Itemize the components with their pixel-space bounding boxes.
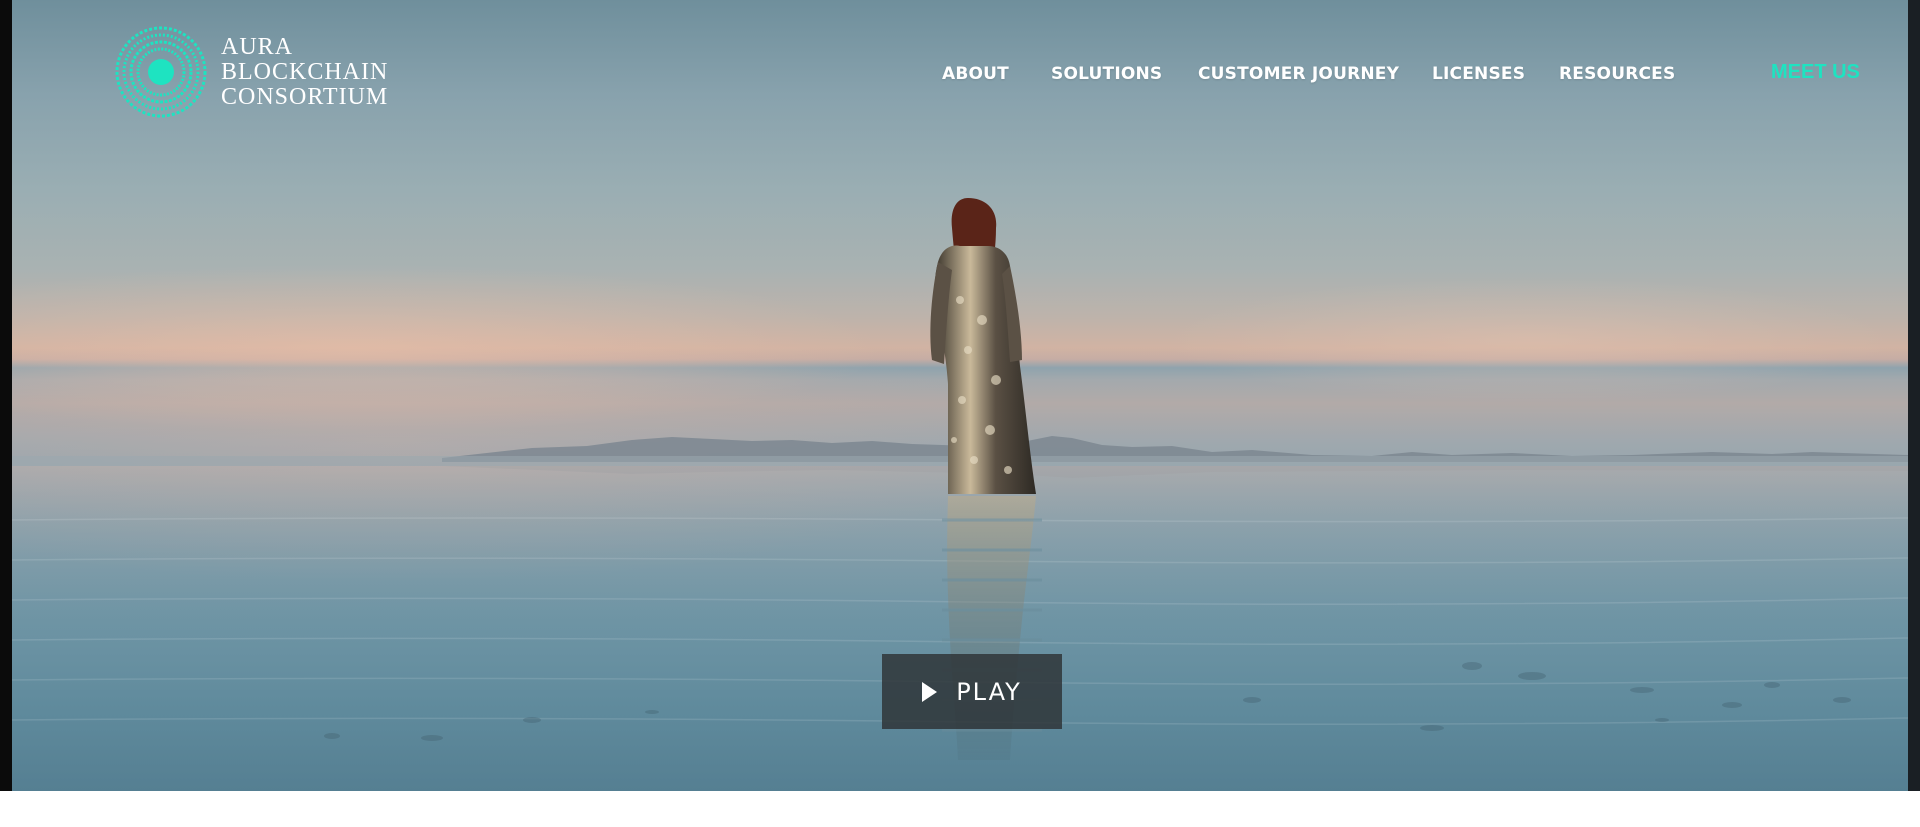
nav-item-customer-journey[interactable]: CUSTOMER JOURNEY: [1198, 64, 1399, 84]
aura-circle-logo-icon: [115, 26, 207, 118]
play-icon: [922, 681, 938, 702]
play-button-label: PLAY: [956, 677, 1022, 706]
brand-name-line-3: CONSORTIUM: [221, 83, 389, 110]
salt-patches: [324, 662, 1851, 741]
brand-logo[interactable]: AURA BLOCKCHAIN CONSORTIUM: [113, 24, 388, 120]
nav-item-resources[interactable]: RESOURCES: [1559, 64, 1675, 84]
meet-us-link[interactable]: MEET US: [1771, 61, 1860, 84]
left-edge-strip: [0, 0, 12, 791]
nav-item-solutions[interactable]: SOLUTIONS: [1051, 64, 1162, 84]
hero-video-section: AURA BLOCKCHAIN CONSORTIUM ABOUT SOLUTIO…: [12, 0, 1908, 791]
brand-name-line-1: AURA: [221, 33, 294, 60]
brand-name-line-2: BLOCKCHAIN: [221, 58, 389, 85]
play-video-button[interactable]: PLAY: [882, 654, 1062, 729]
brand-name: AURA BLOCKCHAIN CONSORTIUM: [221, 33, 389, 110]
nav-item-licenses[interactable]: LICENSES: [1432, 64, 1525, 84]
right-edge-strip: [1908, 0, 1920, 791]
nav-item-about[interactable]: ABOUT: [942, 64, 1009, 84]
